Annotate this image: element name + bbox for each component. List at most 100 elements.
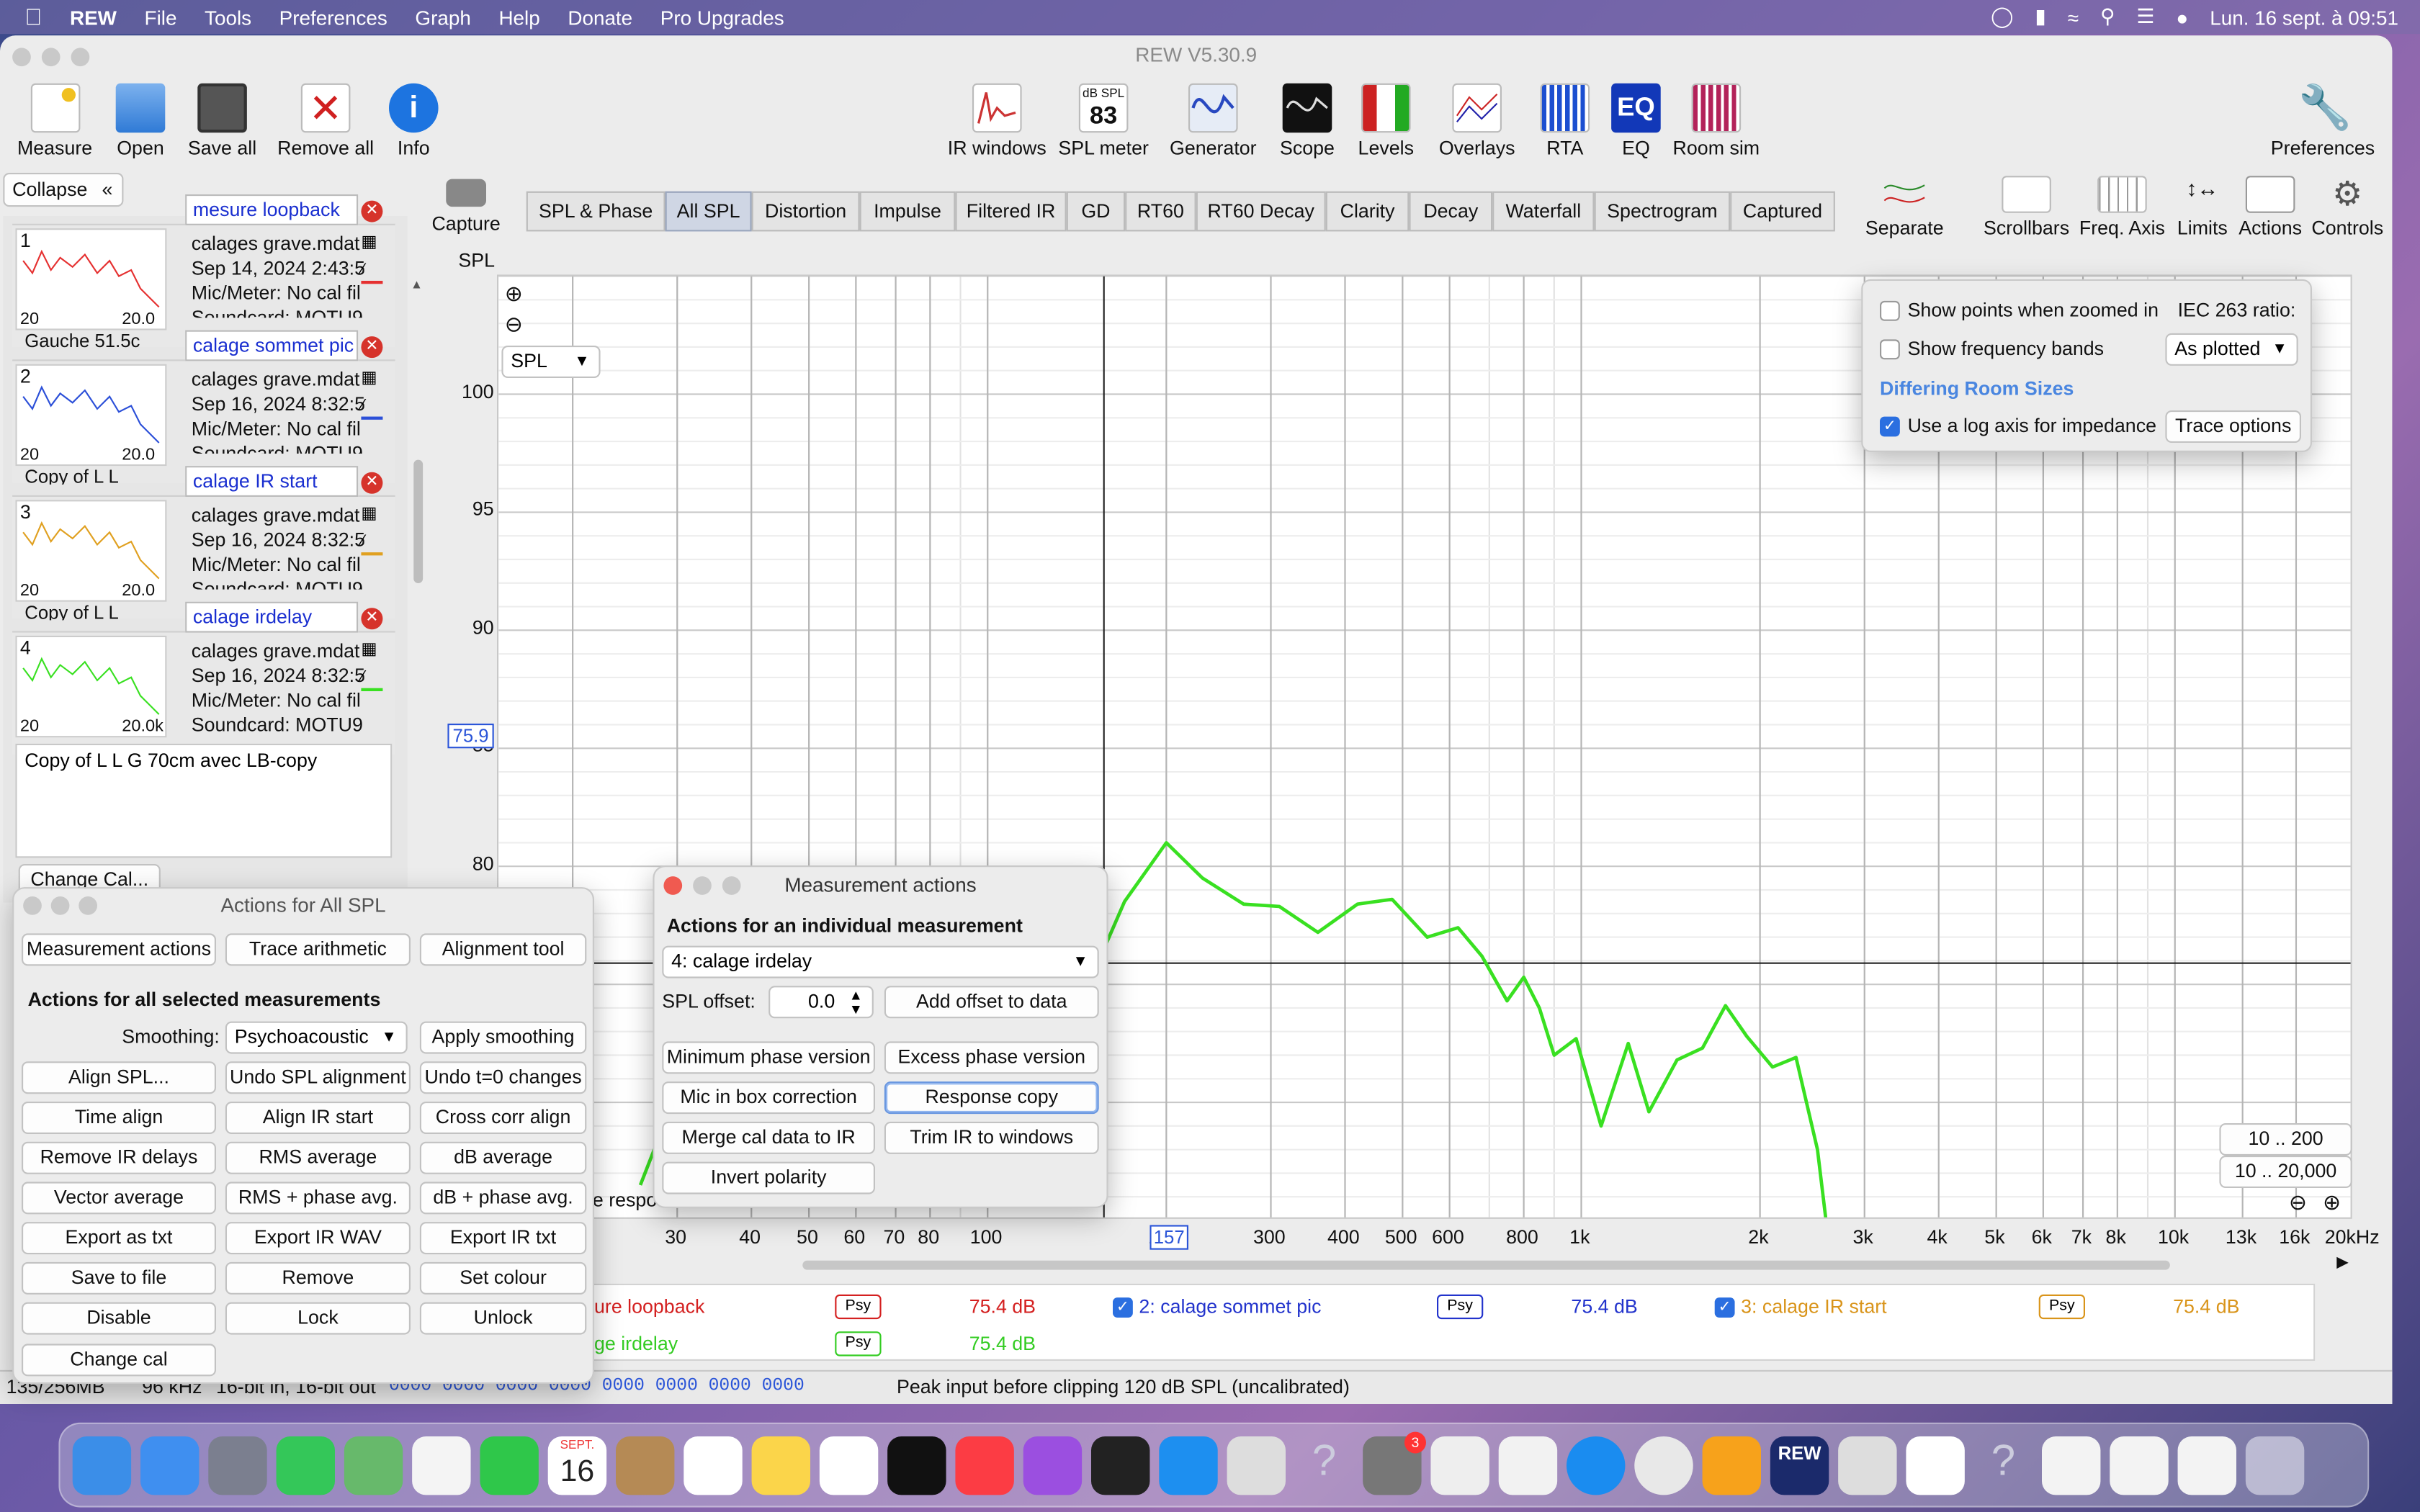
action-time-align-button[interactable]: Time align — [22, 1102, 216, 1134]
invert-polarity-button[interactable]: Invert polarity — [662, 1161, 875, 1194]
menu-pro-upgrades[interactable]: Pro Upgrades — [660, 6, 784, 29]
range-10-200-button[interactable]: 10 .. 200 — [2219, 1123, 2352, 1156]
ma-close-button[interactable] — [663, 876, 683, 895]
trim-ir-button[interactable]: Trim IR to windows — [884, 1121, 1099, 1154]
podcasts-icon[interactable] — [1023, 1435, 1083, 1495]
tab-waterfall[interactable]: Waterfall — [1492, 191, 1595, 232]
action-remove-button[interactable]: Remove — [225, 1261, 411, 1295]
recent-window-3[interactable] — [2177, 1435, 2236, 1495]
add-offset-button[interactable]: Add offset to data — [884, 986, 1099, 1019]
apple-menu-icon[interactable]:  — [24, 4, 42, 30]
legend-label-1[interactable]: ure loopback — [594, 1296, 704, 1318]
trace-arithmetic-button[interactable]: Trace arithmetic — [225, 933, 411, 966]
measurements-scrollbar[interactable] — [413, 459, 424, 583]
measurement-colour-icon[interactable]: ⁄ — [361, 395, 383, 420]
legend-label-3[interactable]: 3: calage IR start — [1741, 1296, 1887, 1318]
headphones-icon[interactable]: ◯ — [1991, 4, 2013, 29]
measurement-thumbnail[interactable]: 1 20 20.0 — [15, 228, 167, 330]
mic-in-box-button[interactable]: Mic in box correction — [662, 1081, 875, 1115]
legend-checkbox-2[interactable]: ✓ — [1113, 1297, 1133, 1318]
measurement-graph-icon[interactable]: ▦ — [361, 367, 377, 387]
open-button[interactable]: Open — [108, 83, 173, 159]
spl-unit-select[interactable]: SPL ▼ — [501, 346, 601, 378]
measurement-card-1[interactable]: 1 20 20.0 mesure loopback ✕ calages grave.mda… — [12, 194, 395, 348]
action-undo-t-0-changes-button[interactable]: Undo t=0 changes — [419, 1061, 587, 1094]
apply-smoothing-button[interactable]: Apply smoothing — [419, 1021, 587, 1054]
scrollbars-button[interactable]: Scrollbars — [1978, 176, 2074, 239]
measurement-name-field[interactable]: mesure loopback — [185, 194, 359, 225]
tab-gd[interactable]: GD — [1066, 191, 1126, 232]
tab-rt60-decay[interactable]: RT60 Decay — [1196, 191, 1326, 232]
measurement-actions-button[interactable]: Measurement actions — [22, 933, 216, 966]
action-export-ir-txt-button[interactable]: Export IR txt — [419, 1222, 587, 1255]
levels-button[interactable]: Levels — [1352, 83, 1420, 159]
utility-icon[interactable] — [1227, 1435, 1286, 1495]
zoom-in-icon[interactable]: ⊕ — [505, 281, 523, 307]
tab-spl-phase[interactable]: SPL & Phase — [526, 191, 666, 232]
tab-decay[interactable]: Decay — [1409, 191, 1493, 232]
freq-axis-button[interactable]: Freq. Axis — [2074, 176, 2170, 239]
excess-phase-button[interactable]: Excess phase version — [884, 1041, 1099, 1074]
legend-psy-badge-3[interactable]: Psy — [2038, 1294, 2085, 1320]
system-settings-icon[interactable]: 3 — [1363, 1431, 1426, 1495]
finder-icon[interactable] — [72, 1435, 132, 1495]
pages-icon[interactable] — [1702, 1435, 1761, 1495]
limits-button[interactable]: ↕↔ Limits — [2170, 176, 2235, 239]
controls-button[interactable]: ⚙ Controls — [2309, 175, 2386, 239]
zoom-out-x-icon[interactable]: ⊖ — [2289, 1189, 2307, 1215]
remove-measurement-icon[interactable]: ✕ — [361, 336, 383, 359]
app-icon-p[interactable] — [1906, 1435, 1965, 1495]
merge-cal-button[interactable]: Merge cal data to IR — [662, 1121, 875, 1154]
action-vector-average-button[interactable]: Vector average — [22, 1182, 216, 1215]
contacts-icon[interactable] — [616, 1435, 675, 1495]
battery-icon[interactable]: ▮ — [2035, 4, 2045, 29]
action-align-spl-button[interactable]: Align SPL... — [22, 1061, 216, 1094]
response-copy-button[interactable]: Response copy — [884, 1081, 1099, 1115]
action-export-ir-wav-button[interactable]: Export IR WAV — [225, 1222, 411, 1255]
calendar-icon[interactable]: SEPT. 16 — [547, 1435, 607, 1495]
control-center-icon[interactable]: ☰ — [2136, 4, 2154, 29]
app-icon-red[interactable] — [1430, 1435, 1489, 1495]
mail-icon[interactable] — [140, 1435, 200, 1495]
facetime-icon[interactable] — [480, 1435, 539, 1495]
ma-minimize-button[interactable] — [693, 876, 712, 895]
measure-button[interactable]: Measure — [12, 83, 97, 159]
measurement-graph-icon[interactable]: ▦ — [361, 639, 377, 659]
action-align-ir-start-button[interactable]: Align IR start — [225, 1102, 411, 1134]
actions-button[interactable]: Actions — [2235, 176, 2306, 239]
recent-window-2[interactable] — [2110, 1435, 2169, 1495]
legend-psy-badge-2[interactable]: Psy — [1436, 1294, 1484, 1320]
show-points-checkbox[interactable] — [1880, 300, 1900, 321]
measurement-graph-icon[interactable]: ▦ — [361, 231, 377, 252]
room-sim-button[interactable]: Room sim — [1670, 83, 1763, 159]
tab-impulse[interactable]: Impulse — [859, 191, 956, 232]
search-icon[interactable]: ⚲ — [2100, 4, 2115, 29]
legend-label-2[interactable]: 2: calage sommet pic — [1139, 1296, 1321, 1318]
recent-window-1[interactable] — [2042, 1435, 2101, 1495]
actions-zoom-button[interactable] — [79, 896, 97, 915]
legend-psy-badge-4[interactable]: Psy — [835, 1331, 882, 1356]
measurement-card-3[interactable]: 3 20 20.0 calage IR start ✕ calages grave.mda… — [12, 466, 395, 620]
menu-app-name[interactable]: REW — [70, 6, 117, 29]
measurement-name-field[interactable]: calage sommet pic — [185, 330, 359, 361]
change-cal-button[interactable]: Change cal — [22, 1344, 216, 1377]
help-icon-2[interactable]: ? — [1974, 1436, 2033, 1494]
remove-measurement-icon[interactable]: ✕ — [361, 200, 383, 222]
smoothing-select[interactable]: Psychoacoustic ▼ — [225, 1021, 408, 1054]
measurement-thumbnail[interactable]: 2 20 20.0 — [15, 364, 167, 467]
differing-room-sizes-link[interactable]: Differing Room Sizes — [1880, 378, 2074, 400]
action-save-to-file-button[interactable]: Save to file — [22, 1261, 216, 1295]
legend-label-4[interactable]: ge irdelay — [594, 1333, 678, 1354]
freeform-icon[interactable] — [819, 1435, 879, 1495]
info-button[interactable]: i Info — [386, 83, 442, 159]
rta-button[interactable]: RTA — [1534, 83, 1596, 159]
scroll-right-icon[interactable]: ▶ — [2336, 1254, 2349, 1272]
fox-app-icon[interactable] — [1498, 1435, 1558, 1495]
action-cross-corr-align-button[interactable]: Cross corr align — [419, 1102, 587, 1134]
log-axis-checkbox[interactable]: ✓ — [1880, 416, 1900, 437]
spl-meter-button[interactable]: dB SPL 83 SPL meter — [1056, 83, 1152, 159]
app-store-icon[interactable] — [1159, 1435, 1218, 1495]
tab-clarity[interactable]: Clarity — [1325, 191, 1410, 232]
scope-button[interactable]: Scope — [1275, 83, 1340, 159]
minimize-window-button[interactable] — [41, 48, 60, 67]
